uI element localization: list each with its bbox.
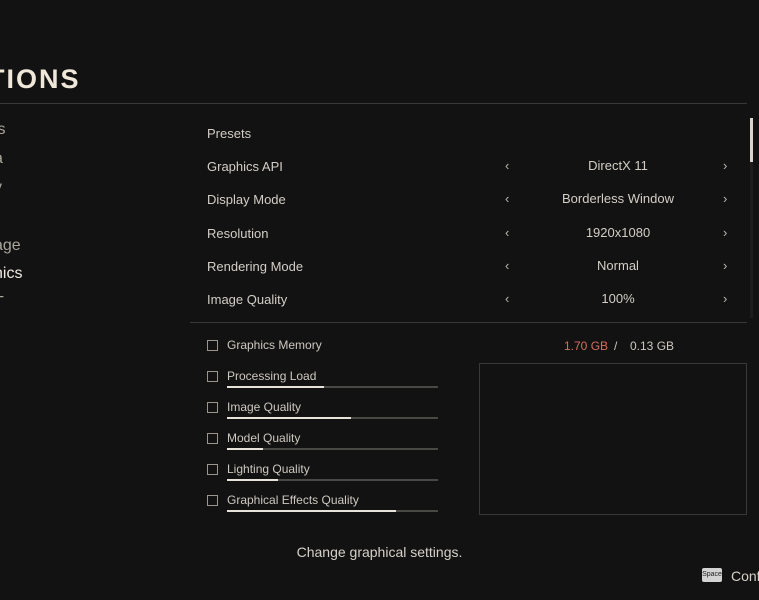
title-divider (0, 103, 747, 104)
model-quality-bar (227, 448, 438, 450)
sidebar-item-language[interactable]: age (0, 237, 21, 255)
chevron-left-icon[interactable]: ‹ (505, 291, 509, 306)
processing-load-label: Processing Load (227, 369, 317, 383)
chevron-right-icon[interactable]: › (723, 191, 727, 206)
resolution-label: Resolution (207, 226, 269, 241)
presets-label: Presets (207, 126, 252, 141)
image-quality-row[interactable]: Image Quality ‹ 100% › (207, 290, 737, 310)
image-quality-load-label: Image Quality (227, 400, 302, 414)
setting-description: Change graphical settings. (296, 544, 463, 560)
lighting-quality-checkbox[interactable] (207, 464, 218, 475)
resolution-row[interactable]: Resolution ‹ 1920x1080 › (207, 224, 737, 244)
image-quality-value: 100% (601, 291, 635, 306)
section-divider (190, 322, 747, 323)
graphics-api-row[interactable]: Graphics API ‹ DirectX 11 › (207, 157, 737, 177)
display-mode-label: Display Mode (207, 192, 286, 207)
lighting-quality-label: Lighting Quality (227, 462, 310, 476)
image-quality-checkbox[interactable] (207, 402, 218, 413)
model-quality-label: Model Quality (227, 431, 301, 445)
rendering-mode-value: Normal (597, 258, 639, 273)
chevron-left-icon[interactable]: ‹ (505, 191, 509, 206)
scrollbar-thumb[interactable] (750, 118, 753, 162)
space-key-icon: Space (702, 568, 722, 582)
chevron-left-icon[interactable]: ‹ (505, 258, 509, 273)
graphics-memory-checkbox[interactable] (207, 340, 218, 351)
display-mode-value: Borderless Window (562, 191, 674, 206)
page-title: TIONS (0, 64, 81, 94)
lighting-quality-bar (227, 479, 438, 481)
image-quality-label: Image Quality (207, 292, 288, 307)
graphics-api-value: DirectX 11 (588, 158, 648, 173)
chevron-right-icon[interactable]: › (723, 225, 727, 240)
model-quality-checkbox[interactable] (207, 433, 218, 444)
confirm-button[interactable]: Conf (731, 568, 759, 584)
memory-separator: / (614, 339, 618, 353)
effects-quality-label: Graphical Effects Quality (227, 493, 359, 507)
rendering-mode-row[interactable]: Rendering Mode ‹ Normal › (207, 257, 737, 277)
presets-row[interactable]: Presets (207, 124, 737, 144)
graphics-memory-label: Graphics Memory (227, 338, 322, 352)
rendering-mode-label: Rendering Mode (207, 259, 304, 274)
lighting-quality-fill (227, 479, 278, 481)
chevron-right-icon[interactable]: › (723, 291, 727, 306)
model-quality-fill (227, 448, 263, 450)
chevron-right-icon[interactable]: › (723, 158, 727, 173)
sidebar-item-display[interactable]: y (0, 179, 2, 197)
memory-used-value: 1.70 GB (564, 339, 609, 353)
processing-load-fill (227, 386, 325, 388)
chevron-left-icon[interactable]: ‹ (505, 225, 509, 240)
processing-load-checkbox[interactable] (207, 371, 218, 382)
memory-total-value: 0.13 GB (630, 339, 675, 353)
resolution-value: 1920x1080 (585, 225, 651, 240)
image-quality-bar (227, 417, 438, 419)
preview-panel (479, 363, 747, 515)
display-mode-row[interactable]: Display Mode ‹ Borderless Window › (207, 190, 737, 210)
effects-quality-bar (227, 510, 438, 512)
sidebar-item-graphics[interactable]: hics (0, 265, 22, 283)
sidebar-item-controls[interactable]: ls (0, 121, 6, 139)
sidebar-item-rt[interactable]: T (0, 294, 4, 312)
processing-load-bar (227, 386, 438, 388)
chevron-left-icon[interactable]: ‹ (505, 158, 509, 173)
sidebar-item-camera[interactable]: a (0, 150, 3, 168)
effects-quality-fill (227, 510, 396, 512)
chevron-right-icon[interactable]: › (723, 258, 727, 273)
effects-quality-checkbox[interactable] (207, 495, 218, 506)
graphics-api-label: Graphics API (207, 159, 283, 174)
image-quality-fill (227, 417, 352, 419)
